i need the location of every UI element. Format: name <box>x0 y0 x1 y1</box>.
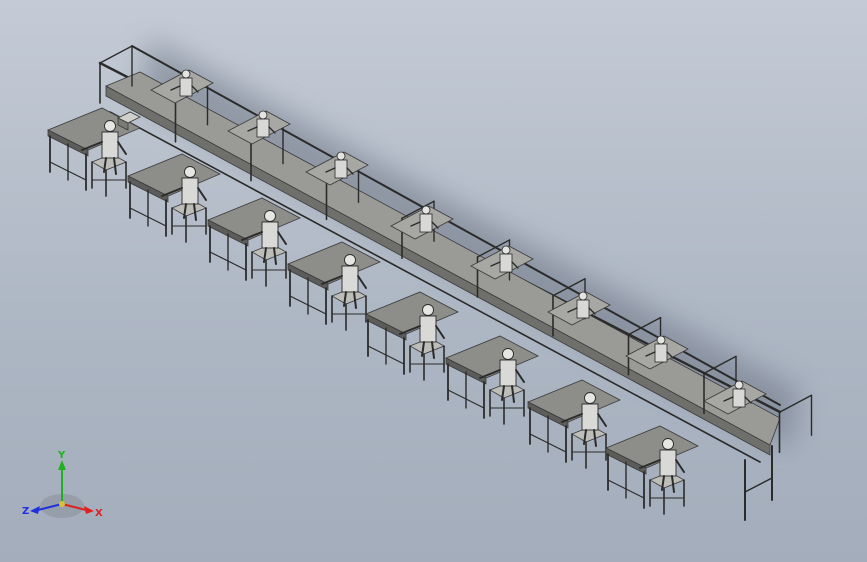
z-axis-arrow-icon <box>30 506 40 514</box>
operator-arm <box>597 413 607 427</box>
operator-head <box>104 120 116 132</box>
table-top <box>207 197 301 241</box>
table-top <box>605 425 699 469</box>
workstation <box>527 379 621 469</box>
conveyor-beam-top <box>105 71 781 446</box>
workstation <box>445 335 539 425</box>
triad-origin <box>59 501 65 507</box>
operator-body <box>101 131 119 159</box>
operator-head <box>734 380 744 390</box>
table-top <box>365 291 459 335</box>
overhead-rail <box>98 45 813 463</box>
x-axis-arrow-icon <box>84 506 94 514</box>
operator-head <box>264 210 276 222</box>
operator-head <box>344 254 356 266</box>
operator-head <box>656 335 666 345</box>
operator-arm <box>515 369 525 383</box>
operator-head <box>501 245 511 255</box>
conveyor-beam-front <box>105 85 771 456</box>
table-top <box>127 153 221 197</box>
operator-body <box>581 403 599 431</box>
operator-arm <box>277 231 287 245</box>
operator-body <box>261 221 279 249</box>
operator-head <box>181 69 191 79</box>
conveyor-lower-rail <box>109 111 761 463</box>
workstation <box>605 425 699 515</box>
operator-head <box>662 438 674 450</box>
operator-head <box>336 151 346 161</box>
operator-body <box>499 359 517 387</box>
x-axis-label: X <box>95 508 103 519</box>
operator-body <box>732 388 746 408</box>
operator-body <box>181 177 199 205</box>
operator-head <box>502 348 514 360</box>
operator-body <box>179 77 193 97</box>
operator-head <box>184 166 196 178</box>
operator-body <box>334 159 348 179</box>
workstation <box>365 291 459 381</box>
end-frame-crossbar <box>744 477 773 493</box>
production-line[interactable] <box>47 45 813 521</box>
operator-body <box>576 299 590 319</box>
operator-head <box>421 205 431 215</box>
operator-arm <box>675 459 685 473</box>
assembly-line-model[interactable] <box>0 0 867 562</box>
operator-body <box>654 343 668 363</box>
rail-crossbar <box>99 45 133 64</box>
workstation <box>127 153 221 243</box>
z-axis-label: Z <box>22 506 29 517</box>
workstation <box>207 197 301 287</box>
operator-arm <box>197 187 207 201</box>
operator-body <box>659 449 677 477</box>
operator-body <box>419 213 433 233</box>
operator-head <box>422 304 434 316</box>
table-top <box>445 335 539 379</box>
operator-arm <box>117 141 127 155</box>
operator-head <box>258 110 268 120</box>
operator-body <box>419 315 437 343</box>
operator-head <box>578 291 588 301</box>
operator-body <box>341 265 359 293</box>
operator-arm <box>435 325 445 339</box>
table-top <box>527 379 621 423</box>
operator-body <box>256 118 270 138</box>
operator-arm <box>357 275 367 289</box>
operator-body <box>499 253 513 273</box>
operator-head <box>584 392 596 404</box>
y-axis-label: Y <box>57 450 66 461</box>
graphics-viewport[interactable]: Y X Z <box>0 0 867 562</box>
y-axis-arrow-icon <box>58 460 66 470</box>
table-top <box>287 241 381 285</box>
coordinate-triad: Y X Z <box>22 450 103 519</box>
